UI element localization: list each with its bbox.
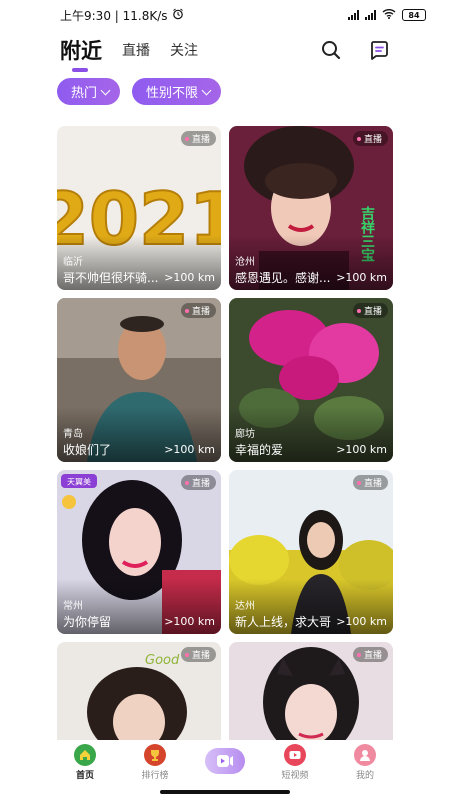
signal-icon: [365, 10, 376, 20]
live-badge: 直播: [180, 303, 216, 318]
card-distance: >100 km: [164, 443, 215, 456]
good-text: Good: [145, 653, 180, 668]
card-city: 常州: [63, 601, 83, 612]
live-badge: 直播: [352, 303, 388, 318]
stream-card[interactable]: Good 直播: [57, 642, 221, 742]
filter-label: 热门: [71, 86, 98, 101]
stream-card[interactable]: 直播 达州 新人上线，求大哥 >100 km: [229, 470, 393, 634]
search-icon[interactable]: [320, 39, 342, 61]
tab-follow[interactable]: 关注: [170, 40, 198, 60]
card-info: 达州 新人上线，求大哥 >100 km: [229, 579, 393, 634]
live-badge: 直播: [352, 131, 388, 146]
home-indicator: [160, 790, 290, 794]
card-distance: >100 km: [164, 615, 215, 628]
card-city: 青岛: [63, 429, 83, 440]
card-title: 感恩遇见。感谢...: [235, 271, 331, 285]
card-info: 青岛 收娘们了 >100 km: [57, 407, 221, 462]
nav-me[interactable]: 我的: [335, 744, 395, 800]
hot-filter-dropdown[interactable]: 热门: [57, 78, 121, 105]
live-badge: 直播: [180, 647, 216, 662]
profile-icon: [354, 744, 376, 766]
live-badge: 直播: [352, 475, 388, 490]
live-badge: 直播: [180, 131, 216, 146]
stream-grid: 2021 直播 临沂 哥不帅但很坏骑... >100 km 吉祥三宝 直播 沧州 …: [57, 126, 393, 742]
card-city: 沧州: [235, 257, 255, 268]
nav-label: 排行榜: [141, 771, 169, 781]
trophy-icon: [144, 744, 166, 766]
filter-bar: 热门 性别不限: [57, 78, 222, 105]
card-title: 新人上线，求大哥: [235, 615, 332, 629]
nav-label: 首页: [75, 771, 94, 781]
tag-text: 天翼美: [67, 477, 91, 487]
video-icon: [284, 744, 306, 766]
card-title: 为你停留: [63, 615, 112, 629]
status-bar: 上午9:30 | 11.8K/s 84: [0, 0, 450, 30]
card-distance: >100 km: [336, 271, 387, 284]
stream-card[interactable]: 直播: [229, 642, 393, 742]
nav-label: 我的: [355, 771, 374, 781]
chevron-down-icon: [201, 85, 212, 95]
home-icon: [74, 744, 96, 766]
card-title: 收娘们了: [63, 443, 112, 457]
nav-label: 短视频: [281, 771, 309, 781]
tab-nearby[interactable]: 附近: [60, 35, 102, 72]
card-title: 幸福的爱: [235, 443, 284, 457]
tab-live[interactable]: 直播: [122, 40, 150, 60]
go-live-icon: [205, 748, 245, 774]
top-nav: 附近 直播 关注: [0, 30, 450, 72]
card-title: 哥不帅但很坏骑...: [63, 271, 159, 285]
live-badge: 直播: [180, 475, 216, 490]
card-info: 临沂 哥不帅但很坏骑... >100 km: [57, 235, 221, 290]
chevron-down-icon: [100, 85, 111, 95]
stream-card[interactable]: 直播 青岛 收娘们了 >100 km: [57, 298, 221, 462]
live-badge: 直播: [352, 647, 388, 662]
card-distance: >100 km: [336, 443, 387, 456]
signal-icon: [348, 10, 359, 20]
stream-card[interactable]: 2021 直播 临沂 哥不帅但很坏骑... >100 km: [57, 126, 221, 290]
card-city: 临沂: [63, 257, 83, 268]
card-info: 常州 为你停留 >100 km: [57, 579, 221, 634]
gender-filter-dropdown[interactable]: 性别不限: [132, 78, 222, 105]
message-icon[interactable]: [368, 39, 390, 61]
card-distance: >100 km: [164, 271, 215, 284]
alarm-icon: [172, 8, 184, 23]
battery-icon: 84: [402, 9, 426, 21]
card-info: 沧州 感恩遇见。感谢... >100 km: [229, 235, 393, 290]
card-distance: >100 km: [336, 615, 387, 628]
card-city: 达州: [235, 601, 255, 612]
nav-home[interactable]: 首页: [55, 744, 115, 800]
card-info: 廊坊 幸福的爱 >100 km: [229, 407, 393, 462]
wifi-icon: [382, 8, 396, 22]
filter-label: 性别不限: [146, 86, 199, 101]
stream-card[interactable]: 直播 廊坊 幸福的爱 >100 km: [229, 298, 393, 462]
stream-card[interactable]: 吉祥三宝 直播 沧州 感恩遇见。感谢... >100 km: [229, 126, 393, 290]
card-city: 廊坊: [235, 429, 255, 440]
status-time: 上午9:30 | 11.8K/s: [60, 8, 168, 23]
stream-card[interactable]: 天翼美 直播 常州 为你停留 >100 km: [57, 470, 221, 634]
